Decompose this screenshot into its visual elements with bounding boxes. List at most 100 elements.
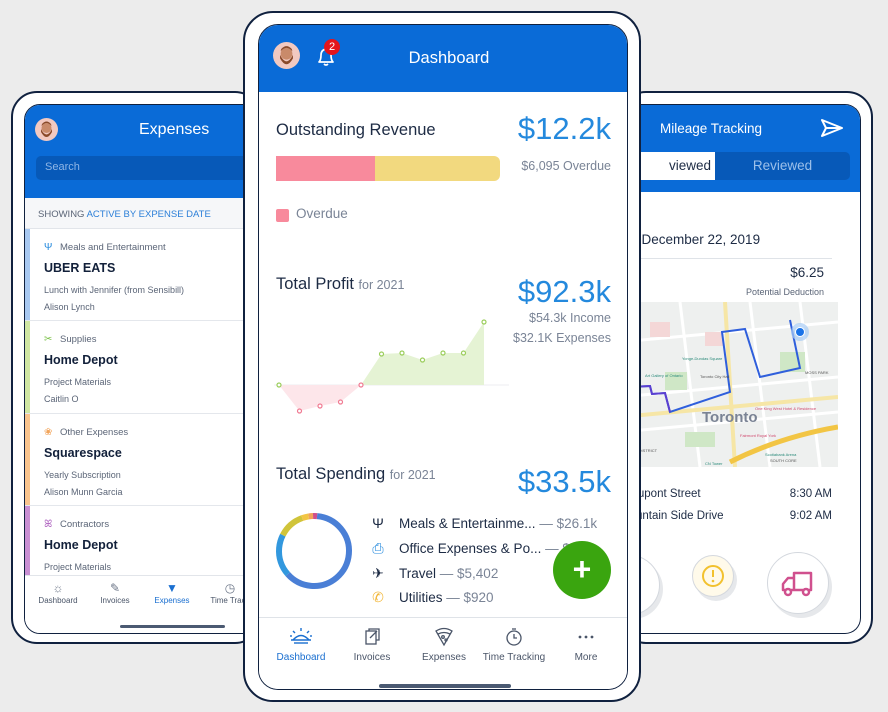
filter-status[interactable]: ACTIVE bbox=[87, 209, 121, 220]
map-label: CN Tower bbox=[705, 461, 723, 466]
map-label: Fairmont Royal York bbox=[740, 433, 776, 438]
expense-name: Home Depot bbox=[44, 538, 118, 552]
expense-name: Home Depot bbox=[44, 353, 118, 367]
invoice-icon: ✎ bbox=[109, 581, 121, 595]
page-title: Dashboard bbox=[408, 49, 490, 67]
total-spending-amount: $33.5k bbox=[517, 464, 611, 499]
map-label: MOSS PARK bbox=[805, 370, 829, 375]
phone-icon: ✆ bbox=[372, 589, 384, 605]
add-button[interactable]: + bbox=[553, 541, 611, 599]
expense-item[interactable]: ❀ Other Expenses Squarespace Yearly Subsc… bbox=[25, 414, 263, 506]
route-time: 9:02 AM bbox=[789, 510, 832, 522]
profit-point bbox=[317, 403, 323, 409]
expense-description: Lunch with Jennifer (from Sensibill) bbox=[44, 285, 185, 295]
profit-point bbox=[276, 382, 282, 388]
expenses-phone: Expenses Search SHOWING ACTIVE BY EXPENS… bbox=[11, 91, 264, 644]
mileage-screen: Mileage Tracking viewed Reviewed , Decem… bbox=[620, 104, 861, 634]
tab-more[interactable]: More bbox=[549, 626, 623, 663]
outstanding-revenue-bar[interactable] bbox=[276, 156, 500, 181]
review-segmented-control: viewed Reviewed bbox=[630, 152, 850, 180]
tab-label: Dashboard bbox=[38, 596, 78, 605]
page-title: Mileage Tracking bbox=[660, 121, 763, 136]
trip-card[interactable]: , December 22, 2019 $6.25 Potential Dedu… bbox=[620, 192, 860, 633]
tab-invoices[interactable]: Invoices bbox=[335, 626, 409, 663]
trip-date: , December 22, 2019 bbox=[634, 232, 761, 247]
segment-reviewed[interactable]: Reviewed bbox=[715, 152, 850, 180]
spending-value: — $5,402 bbox=[439, 566, 499, 581]
profit-area-chart[interactable] bbox=[274, 295, 514, 425]
map-label: One King West Hotel & Residence bbox=[755, 406, 817, 411]
tab-label: Time Tracking bbox=[482, 652, 546, 663]
pizza-icon bbox=[435, 627, 453, 647]
expense-category: Meals and Entertainment bbox=[60, 242, 166, 253]
contractors-icon: ꕤ bbox=[44, 519, 53, 530]
tab-label: Dashboard bbox=[276, 652, 326, 663]
fork-knife-icon: Ψ bbox=[372, 515, 384, 531]
section-subtitle: for 2021 bbox=[358, 278, 405, 292]
spending-label: Travel bbox=[399, 566, 437, 581]
profit-point bbox=[419, 357, 426, 363]
route-map[interactable]: Toronto Yonge-Dundas Square Art Gallery … bbox=[620, 302, 838, 467]
map-label: Toronto City Hall bbox=[700, 374, 729, 379]
segment-unreviewed[interactable]: viewed bbox=[630, 152, 715, 180]
filter-sort[interactable]: EXPENSE DATE bbox=[139, 209, 211, 220]
map-label: SOUTH CORE bbox=[770, 458, 797, 463]
tab-invoices[interactable]: ✎ Invoices bbox=[85, 580, 145, 605]
deduction-label: Potential Deduction bbox=[745, 287, 824, 297]
expense-person: Caitlin O bbox=[44, 394, 79, 404]
map-label: Yonge-Dundas Square bbox=[682, 356, 723, 361]
tab-time-tracking[interactable]: Time Tracking bbox=[477, 626, 551, 663]
search-input[interactable]: Search bbox=[36, 156, 261, 180]
route-time: 8:30 AM bbox=[789, 488, 832, 500]
stopwatch-icon bbox=[506, 628, 522, 646]
expenses-screen: Expenses Search SHOWING ACTIVE BY EXPENS… bbox=[24, 104, 264, 634]
map-label: Art Gallery of Ontario bbox=[645, 373, 683, 378]
expense-description: Project Materials bbox=[44, 562, 112, 572]
avatar[interactable] bbox=[35, 118, 58, 141]
profit-point bbox=[399, 350, 405, 356]
profit-point bbox=[358, 382, 364, 388]
tools-icon: ✂ bbox=[44, 334, 53, 345]
page-title: Expenses bbox=[139, 121, 210, 138]
send-icon[interactable] bbox=[820, 118, 844, 138]
tab-expenses[interactable]: Expenses bbox=[407, 626, 481, 663]
tab-dashboard[interactable]: ☼ Dashboard bbox=[28, 580, 88, 605]
expense-category: Other Expenses bbox=[60, 427, 129, 438]
section-subtitle: for 2021 bbox=[389, 468, 436, 482]
expense-name: Squarespace bbox=[44, 446, 122, 460]
expense-person: Alison Lynch bbox=[44, 302, 95, 312]
alert-icon bbox=[702, 565, 724, 587]
spending-label: Office Expenses & Po... bbox=[399, 541, 542, 556]
tab-bar: Dashboard Invoices Expenses Time Trackin… bbox=[259, 617, 627, 689]
expenses-amount: $32.1K Expenses bbox=[513, 331, 611, 345]
flag-button[interactable] bbox=[692, 555, 734, 597]
tab-label: Expenses bbox=[422, 652, 466, 663]
expense-category: Supplies bbox=[60, 334, 97, 345]
profit-point bbox=[296, 408, 303, 414]
tab-label: Invoices bbox=[100, 596, 130, 605]
tab-label: Invoices bbox=[353, 652, 391, 663]
spending-donut-chart[interactable] bbox=[274, 511, 354, 591]
filter-bar[interactable]: SHOWING ACTIVE BY EXPENSE DATE bbox=[25, 198, 263, 229]
expense-item[interactable]: Ψ Meals and Entertainment UBER EATS Lunch… bbox=[25, 229, 263, 321]
expense-item[interactable]: ✂ Supplies Home Depot Project Materials C… bbox=[25, 321, 263, 414]
tab-dashboard[interactable]: Dashboard bbox=[264, 626, 338, 663]
filter-prefix: SHOWING bbox=[38, 209, 87, 220]
category-color-bar bbox=[25, 229, 30, 320]
overdue-legend-swatch bbox=[276, 209, 289, 222]
total-profit-amount: $92.3k bbox=[517, 274, 611, 309]
more-icon bbox=[578, 635, 594, 639]
mileage-header: Mileage Tracking viewed Reviewed bbox=[620, 105, 860, 192]
spending-value: — $26.1k bbox=[539, 516, 598, 531]
profit-point bbox=[481, 319, 487, 325]
profit-point bbox=[378, 351, 385, 357]
expense-description: Project Materials bbox=[44, 377, 112, 387]
tab-expenses[interactable]: ▼ Expenses bbox=[142, 580, 202, 605]
overdue-segment bbox=[276, 156, 375, 181]
business-button[interactable] bbox=[767, 552, 829, 614]
total-profit-title: Total Profit for 2021 bbox=[276, 275, 404, 294]
spending-label: Meals & Entertainme... bbox=[399, 516, 536, 531]
truck-icon bbox=[781, 571, 813, 597]
map-label: Scotiabank Arena bbox=[765, 452, 797, 457]
outstanding-revenue-title: Outstanding Revenue bbox=[276, 121, 436, 139]
